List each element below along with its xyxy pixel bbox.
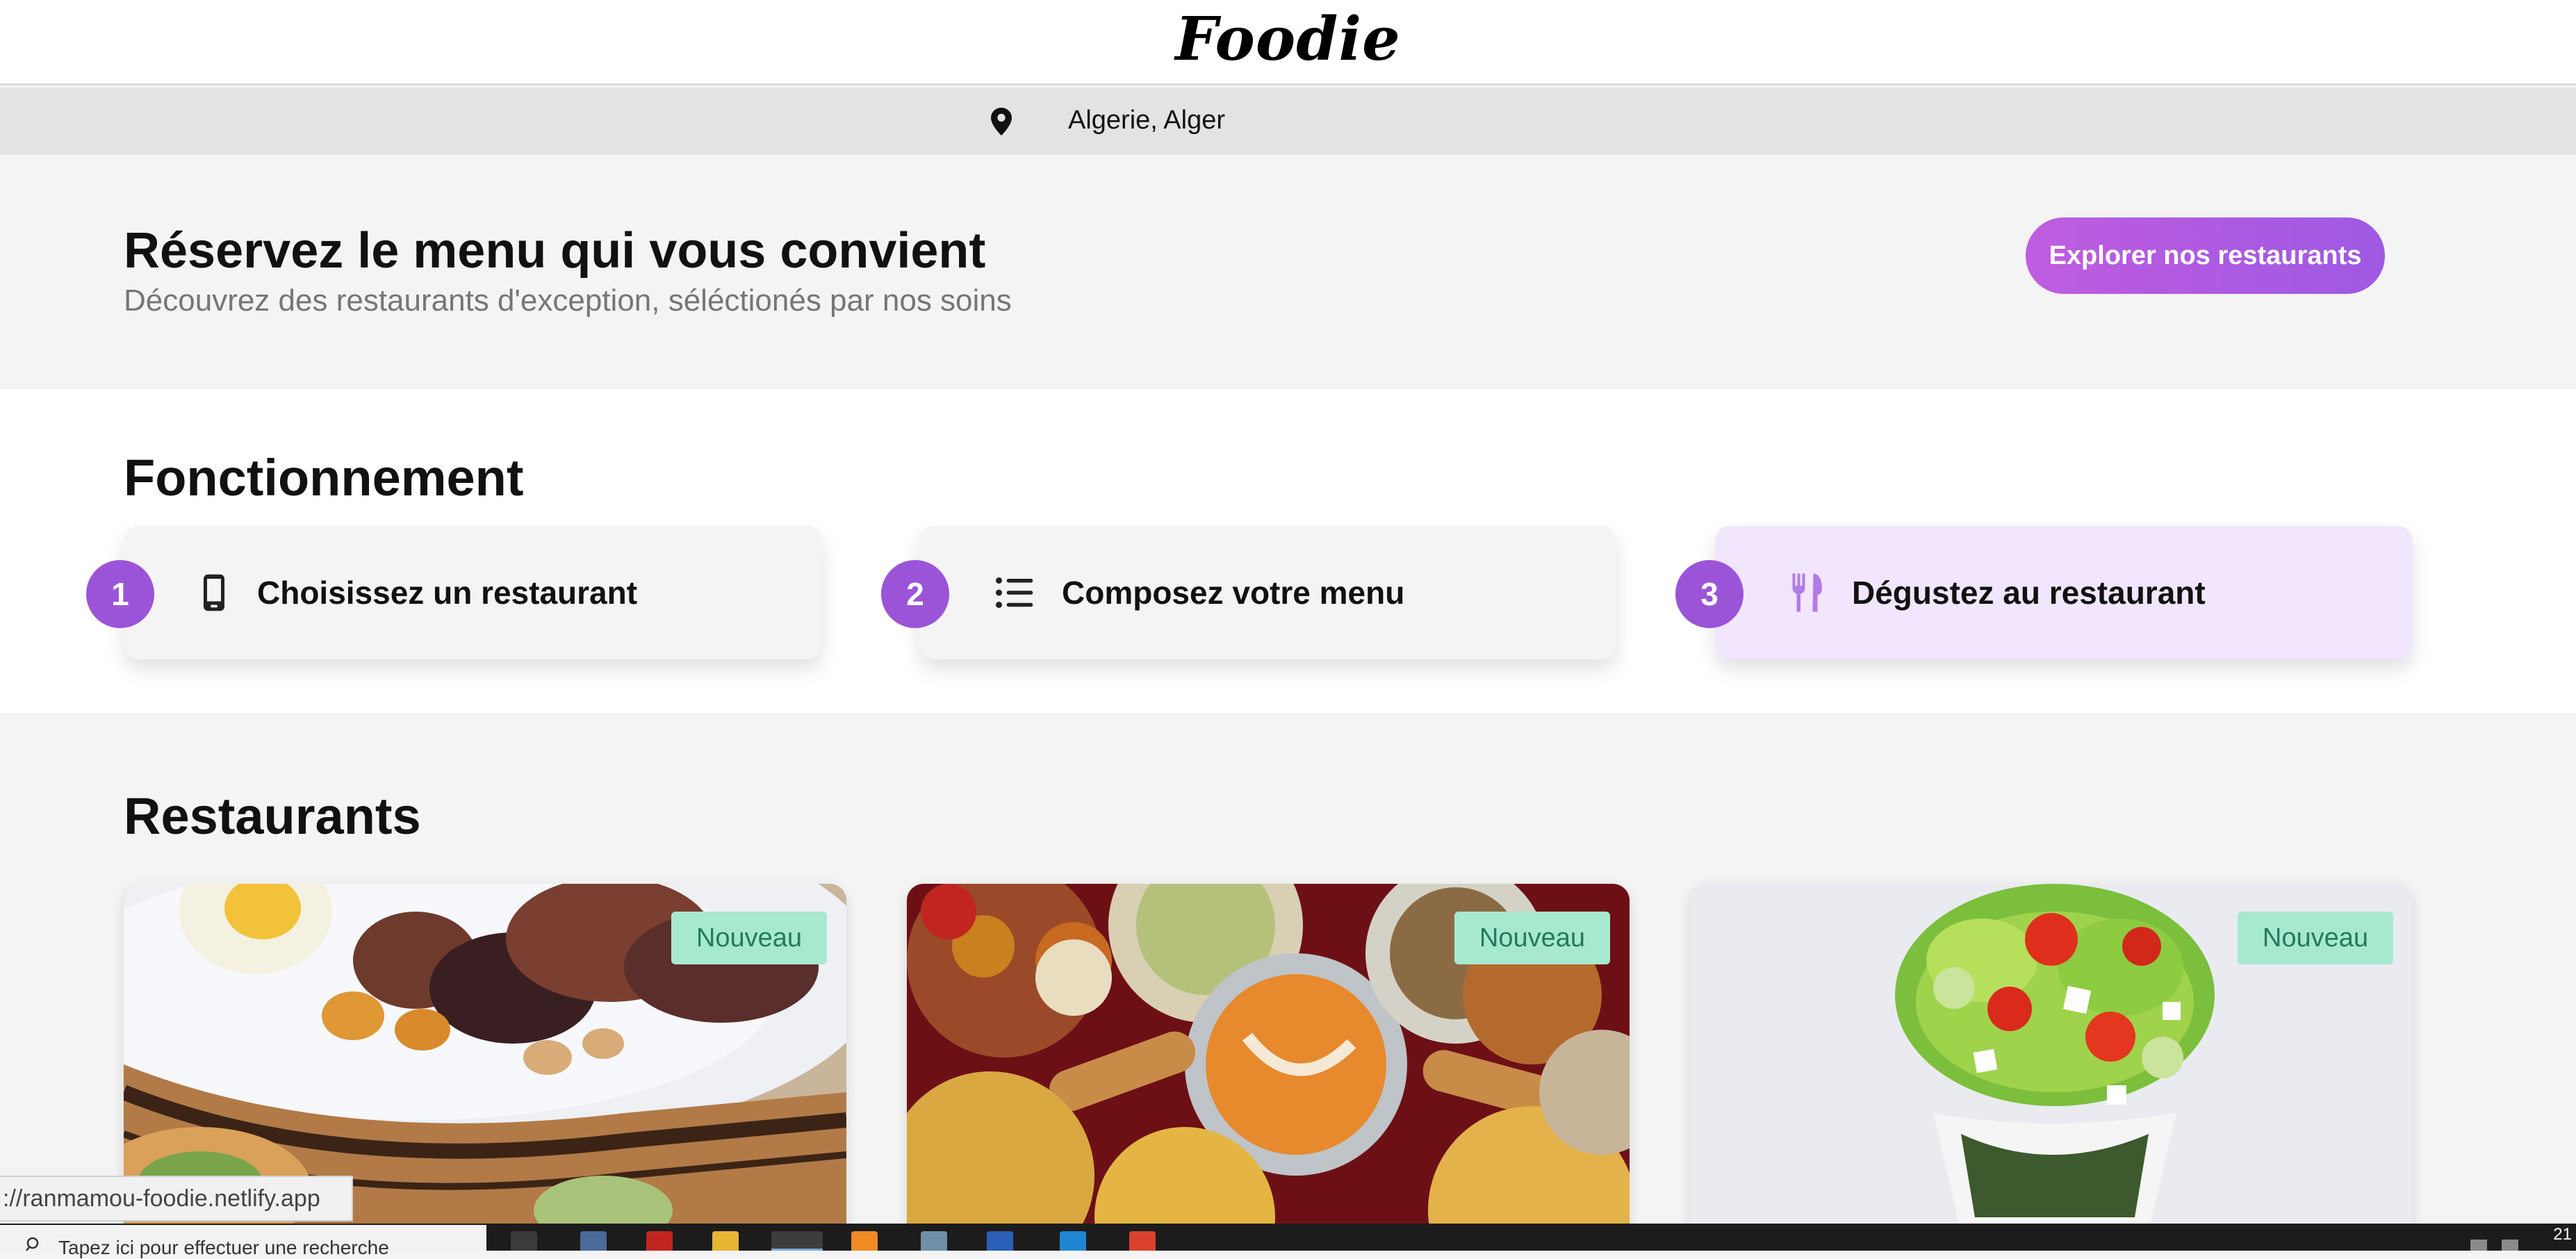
word-icon[interactable] <box>987 1231 1013 1251</box>
file-app-icon[interactable] <box>580 1231 607 1251</box>
firefox-icon[interactable] <box>851 1231 878 1251</box>
taskbar-search-placeholder: Tapez ici pour effectuer une recherche <box>58 1237 389 1258</box>
list-icon <box>996 577 1033 608</box>
step-label-2: Composez votre menu <box>1062 575 1405 611</box>
volume-icon[interactable] <box>2502 1240 2518 1251</box>
utensils-icon <box>1792 573 1822 612</box>
restaurants-title: Restaurants <box>124 787 421 845</box>
map-pin-icon <box>991 108 1012 135</box>
search-icon <box>26 1237 39 1251</box>
how-it-works-title: Fonctionnement <box>124 449 524 507</box>
hero-title: Réservez le menu qui vous convient <box>124 223 986 279</box>
step-number-1: 1 <box>86 560 154 628</box>
site-header: Foodie <box>0 0 2576 85</box>
smartphone-icon <box>204 574 224 611</box>
explore-restaurants-button[interactable]: Explorer nos restaurants <box>2026 217 2385 294</box>
app-icon-gray[interactable] <box>921 1231 947 1251</box>
hero-subtitle: Découvrez des restaurants d'exception, s… <box>124 283 1012 318</box>
new-badge: Nouveau <box>2237 912 2393 964</box>
tray-chevron-icon[interactable] <box>2470 1240 2487 1251</box>
location-text[interactable]: Algerie, Alger <box>1068 106 1225 135</box>
folder-icon[interactable] <box>712 1231 739 1251</box>
site-logo[interactable]: Foodie <box>1175 4 1401 74</box>
gear-icon[interactable] <box>511 1231 537 1251</box>
step-number-2: 2 <box>881 560 949 628</box>
chrome-icon[interactable] <box>1129 1231 1156 1251</box>
location-bar <box>0 88 2576 155</box>
step-label-1: Choisissez un restaurant <box>257 575 638 611</box>
app-icon-red[interactable] <box>646 1231 673 1251</box>
step-number-3: 3 <box>1675 560 1744 628</box>
restaurant-card-3[interactable]: Nouveau <box>1690 884 2413 1231</box>
status-url: ://ranmamou-foodie.netlify.app <box>0 1176 353 1221</box>
taskbar-clock[interactable]: 21 <box>2553 1225 2572 1244</box>
vscode-icon[interactable] <box>1060 1231 1086 1251</box>
browser-active-icon[interactable] <box>771 1231 823 1251</box>
new-badge: Nouveau <box>671 912 827 964</box>
restaurant-card-2[interactable]: Nouveau <box>907 884 1630 1231</box>
step-label-3: Dégustez au restaurant <box>1852 575 2206 611</box>
new-badge: Nouveau <box>1454 912 1610 964</box>
